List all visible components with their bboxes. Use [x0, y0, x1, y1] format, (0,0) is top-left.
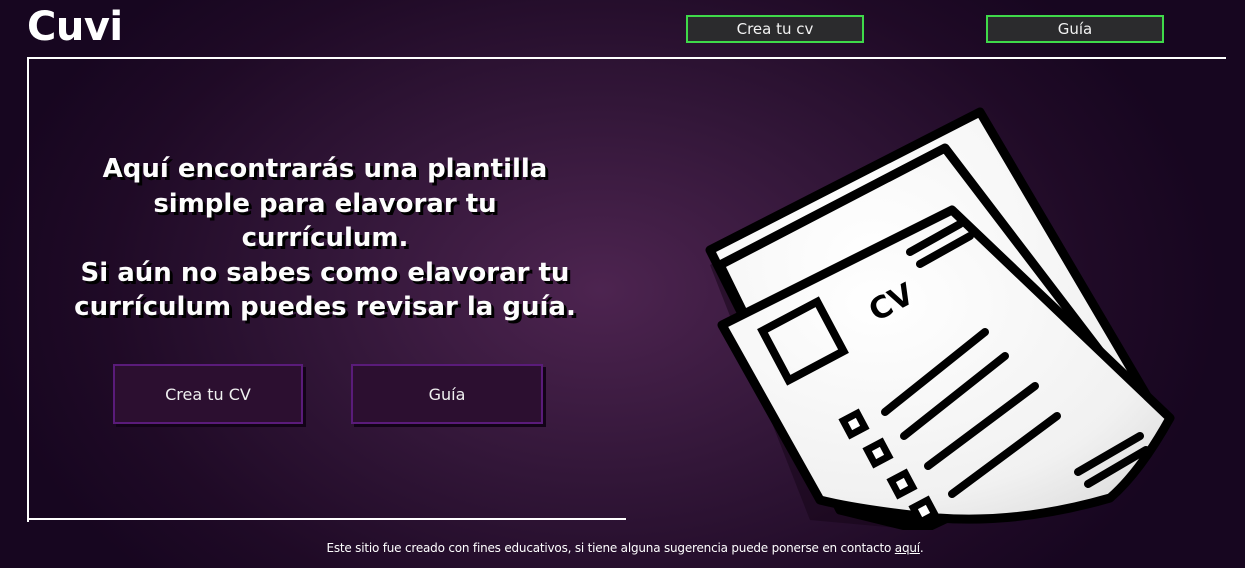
- cv-documents-illustration: CV: [705, 107, 1175, 530]
- frame-top-line: [27, 57, 1226, 59]
- create-cv-button[interactable]: Crea tu CV: [113, 364, 303, 424]
- nav-guide-button[interactable]: Guía: [986, 15, 1164, 43]
- checkbox-icon: [908, 495, 940, 527]
- checkbox-icon: [886, 468, 918, 500]
- guide-button[interactable]: Guía: [351, 364, 543, 424]
- hero-text: Aquí encontrarás una plantilla simple pa…: [70, 152, 580, 325]
- frame-bottom-line: [27, 518, 626, 520]
- hero-line: Aquí encontrarás una plantilla: [102, 154, 548, 184]
- hero-line: simple para elavorar tu currículum.: [153, 188, 497, 254]
- footer: Este sitio fue creado con fines educativ…: [0, 541, 1245, 555]
- checkbox-icon: [838, 408, 870, 440]
- checkbox-icon: [862, 437, 894, 469]
- footer-text: Este sitio fue creado con fines educativ…: [326, 541, 895, 555]
- frame-left-line: [27, 57, 29, 522]
- contact-link[interactable]: aquí: [895, 541, 920, 555]
- site-logo[interactable]: Cuvi: [27, 4, 123, 50]
- footer-suffix: .: [919, 541, 924, 555]
- nav-create-cv-button[interactable]: Crea tu cv: [686, 15, 864, 43]
- hero-line: currículum puedes revisar la guía.: [74, 292, 576, 322]
- hero-line: Si aún no sabes como elavorar tu: [80, 257, 570, 288]
